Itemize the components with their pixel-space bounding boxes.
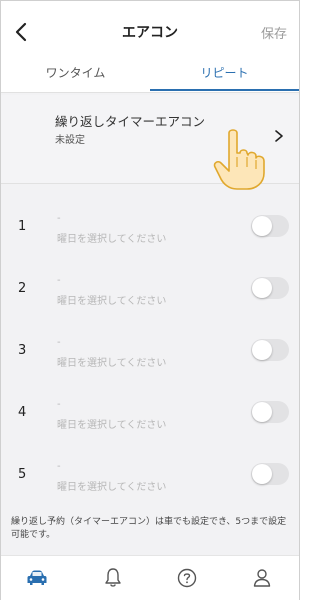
nav-account[interactable]: [250, 566, 274, 590]
slot-days-placeholder[interactable]: 曜日を選択してください: [57, 292, 166, 307]
slot-toggle[interactable]: [251, 339, 289, 361]
slot-time: -: [57, 213, 61, 224]
bottom-nav: [1, 555, 299, 600]
slot-number: 2: [18, 281, 27, 296]
nav-car[interactable]: [25, 566, 49, 590]
slot-toggle[interactable]: [251, 401, 289, 423]
toggle-knob: [252, 278, 272, 298]
slot-toggle[interactable]: [251, 215, 289, 237]
page-title: エアコン: [122, 25, 178, 41]
toggle-knob: [252, 464, 272, 484]
timer-slot-2: 2 - 曜日を選択してください: [1, 273, 299, 333]
tab-bar: ワンタイム リピート: [1, 61, 299, 93]
active-tab-indicator: [150, 89, 299, 91]
footnote: 繰り返し予約（タイマーエアコン）は車でも設定でき、5つまで設定可能です。: [11, 517, 287, 540]
tab-one-time[interactable]: ワンタイム: [1, 61, 150, 91]
nav-help[interactable]: [175, 566, 199, 590]
timer-slot-5: 5 - 曜日を選択してください: [1, 459, 299, 519]
tab-repeat[interactable]: リピート: [150, 61, 299, 91]
timer-slot-4: 4 - 曜日を選択してください: [1, 397, 299, 457]
app-screen: エアコン 保存 ワンタイム リピート 繰り返しタイマーエアコン 未設定 1 - …: [0, 0, 300, 600]
chevron-right-icon: [275, 130, 283, 142]
timer-slot-1: 1 - 曜日を選択してください: [1, 211, 299, 271]
slot-time: -: [57, 275, 61, 286]
slot-toggle[interactable]: [251, 463, 289, 485]
nav-notifications[interactable]: [101, 566, 125, 590]
slot-number: 3: [18, 343, 27, 358]
slot-days-placeholder[interactable]: 曜日を選択してください: [57, 478, 166, 493]
slot-number: 4: [18, 405, 27, 420]
bell-icon: [105, 568, 121, 587]
car-icon: [27, 570, 47, 585]
person-icon: [253, 569, 271, 587]
slot-time: -: [57, 461, 61, 472]
slot-days-placeholder[interactable]: 曜日を選択してください: [57, 230, 166, 245]
toggle-knob: [252, 216, 272, 236]
slot-number: 5: [18, 467, 27, 482]
toggle-knob: [252, 340, 272, 360]
timer-slot-3: 3 - 曜日を選択してください: [1, 335, 299, 395]
slot-toggle[interactable]: [251, 277, 289, 299]
slot-days-placeholder[interactable]: 曜日を選択してください: [57, 416, 166, 431]
pointing-hand-icon: [213, 129, 265, 190]
slot-time: -: [57, 399, 61, 410]
slot-number: 1: [18, 219, 27, 234]
save-button[interactable]: 保存: [261, 23, 287, 42]
slot-days-placeholder[interactable]: 曜日を選択してください: [57, 354, 166, 369]
header: エアコン 保存: [1, 1, 299, 61]
toggle-knob: [252, 402, 272, 422]
repeat-timer-title: 繰り返しタイマーエアコン: [55, 114, 206, 129]
repeat-timer-status: 未設定: [55, 135, 85, 146]
help-icon: [177, 568, 197, 588]
slot-time: -: [57, 337, 61, 348]
